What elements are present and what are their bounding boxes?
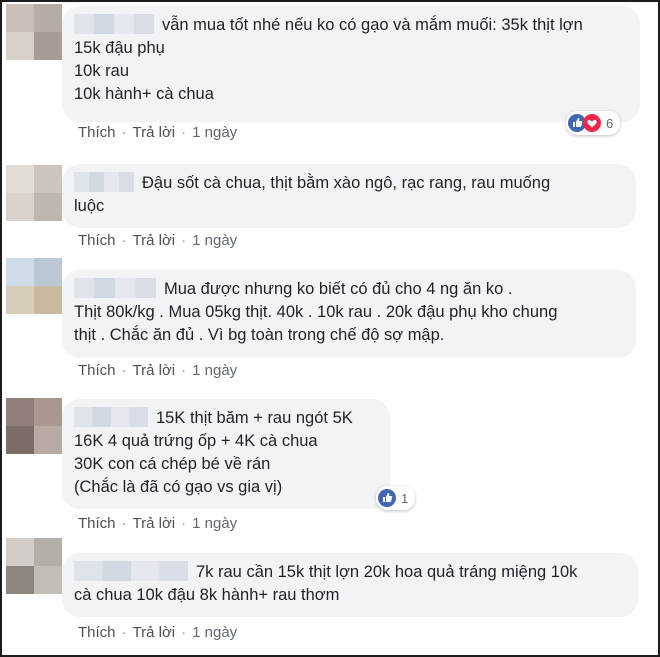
comment-line: (Chắc là đã có gạo vs gia vị) [74,478,283,496]
comment-bubble: 15K thịt băm + rau ngót 5K 16K 4 quả trứ… [62,399,390,509]
avatar[interactable] [6,258,62,314]
timestamp[interactable]: 1 ngày [192,232,237,249]
reply-link[interactable]: Trả lời [133,515,176,532]
comment-line: 15k đậu phụ [74,39,165,57]
reply-link[interactable]: Trả lời [133,624,176,641]
timestamp[interactable]: 1 ngày [192,362,237,379]
comment-line: Thịt 80k/kg . Mua 05kg thịt. 40k . 10k r… [74,303,558,321]
reaction-summary[interactable]: 1 [376,486,416,510]
comment-line: thịt . Chắc ăn đủ . Vì bg toàn trong chế… [74,326,445,344]
comment-line: Mua được nhưng ko biết có đủ cho 4 ng ăn… [74,278,624,301]
author-name[interactable] [74,172,134,192]
comment-line: 15K thịt băm + rau ngót 5K [74,407,378,430]
timestamp[interactable]: 1 ngày [192,515,237,532]
comment-line: 30K con cá chép bé về rán [74,455,271,473]
reply-link[interactable]: Trả lời [133,232,176,249]
author-name[interactable] [74,14,154,34]
like-link[interactable]: Thích [78,515,116,532]
comment-actions: Thích · Trả lời · 1 ngày [78,362,238,379]
comment-actions: Thích · Trả lời · 1 ngày [78,515,238,532]
comment-line: 10k rau [74,62,130,80]
comment-bubble: 7k rau cần 15k thịt lợn 20k hoa quả trán… [62,553,638,617]
reply-link[interactable]: Trả lời [133,362,176,379]
comment-actions: Thích · Trả lời · 1 ngày [78,124,238,141]
comment-line: 7k rau cần 15k thịt lợn 20k hoa quả trán… [74,561,626,584]
like-link[interactable]: Thích [78,232,116,249]
comment-bubble: Mua được nhưng ko biết có đủ cho 4 ng ăn… [62,270,636,358]
comment-actions: Thích · Trả lời · 1 ngày [78,232,238,249]
timestamp[interactable]: 1 ngày [192,624,237,641]
reaction-count: 1 [401,490,409,506]
like-link[interactable]: Thích [78,362,116,379]
comment-line: cà chua 10k đậu 8k hành+ rau thơm [74,586,340,604]
author-name[interactable] [74,561,188,581]
avatar[interactable] [6,398,62,454]
comment-line: luộc [74,197,105,215]
comment-bubble: Đậu sốt cà chua, thịt bằm xào ngô, rạc r… [62,164,636,228]
comment-line: 16K 4 quả trứng ốp + 4K cà chua [74,432,318,450]
author-name[interactable] [74,278,156,298]
comment-actions: Thích · Trả lời · 1 ngày [78,624,238,641]
reply-link[interactable]: Trả lời [133,124,176,141]
avatar[interactable] [6,165,62,221]
comment-line: vẫn mua tốt nhé nếu ko có gạo và mắm muố… [74,14,628,37]
avatar[interactable] [6,538,62,594]
like-link[interactable]: Thích [78,624,116,641]
comment-line: Đậu sốt cà chua, thịt bằm xào ngô, rạc r… [74,172,624,195]
comment-bubble: vẫn mua tốt nhé nếu ko có gạo và mắm muố… [62,6,640,122]
timestamp[interactable]: 1 ngày [192,124,237,141]
reaction-count: 6 [606,115,614,131]
love-icon [583,114,601,132]
like-icon [378,489,396,507]
author-name[interactable] [74,407,148,427]
comment-line: 10k hành+ cà chua [74,85,214,103]
like-link[interactable]: Thích [78,124,116,141]
avatar[interactable] [6,4,62,60]
reaction-summary[interactable]: 6 [566,111,621,135]
